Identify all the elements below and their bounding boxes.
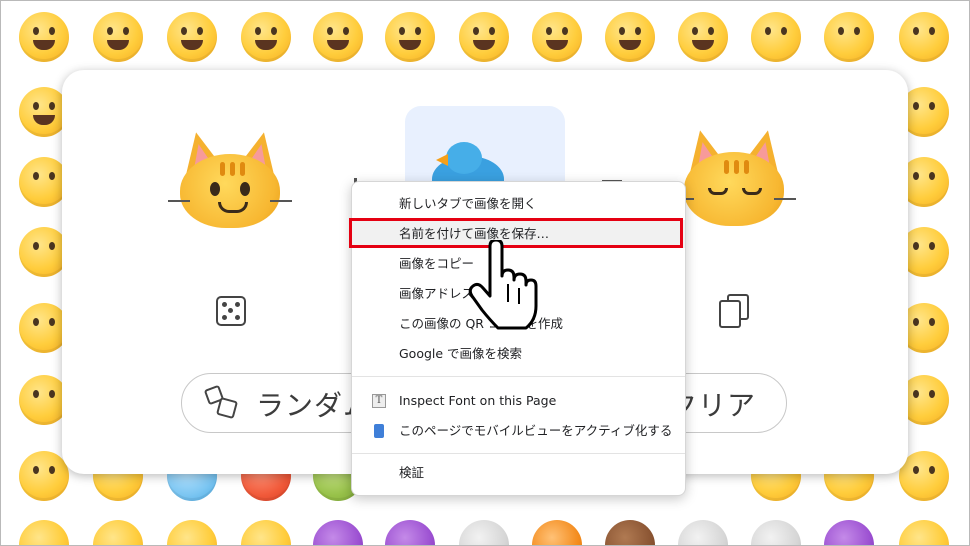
menu-item-open-image-new-tab[interactable]: 新しいタブで画像を開く bbox=[352, 190, 685, 218]
kissing-smiling-eyes-emoji[interactable] bbox=[824, 12, 874, 62]
joy-emoji[interactable] bbox=[459, 12, 509, 62]
rofl-emoji[interactable] bbox=[532, 12, 582, 62]
clown-face-emoji[interactable] bbox=[241, 520, 291, 546]
jack-o-lantern-emoji[interactable] bbox=[532, 520, 582, 546]
sob-emoji[interactable] bbox=[605, 12, 655, 62]
menu-item-mobile-view-label: このページでモバイルビューをアクティブ化する bbox=[399, 423, 673, 438]
random-dice-icon[interactable] bbox=[203, 384, 239, 420]
tired-face-emoji[interactable] bbox=[19, 451, 69, 501]
menu-item-inspect[interactable]: 検証 bbox=[352, 459, 685, 487]
font-extension-icon: T bbox=[372, 394, 386, 408]
menu-item-inspect-font-label: Inspect Font on this Page bbox=[399, 393, 557, 408]
nerd-face-emoji[interactable] bbox=[19, 520, 69, 546]
left-cat-emoji[interactable] bbox=[168, 128, 292, 228]
robot-emoji[interactable] bbox=[678, 520, 728, 546]
poop-emoji[interactable] bbox=[605, 520, 655, 546]
menu-item-mobile-view[interactable]: このページでモバイルビューをアクティブ化する bbox=[352, 417, 685, 445]
laughing-face-emoji[interactable] bbox=[313, 12, 363, 62]
copy-icon[interactable] bbox=[719, 294, 749, 328]
grinning-face-emoji[interactable] bbox=[19, 12, 69, 62]
menu-separator bbox=[352, 453, 685, 454]
smiling-imp-emoji[interactable] bbox=[313, 520, 363, 546]
kissing-emoji[interactable] bbox=[751, 12, 801, 62]
ghost-emoji[interactable] bbox=[459, 520, 509, 546]
menu-separator bbox=[352, 376, 685, 377]
moon-emoji[interactable] bbox=[899, 520, 949, 546]
grin-face-emoji[interactable] bbox=[241, 12, 291, 62]
dice-icon[interactable] bbox=[216, 296, 246, 326]
kissing-closed-eyes-emoji[interactable] bbox=[899, 12, 949, 62]
smiley-face-emoji[interactable] bbox=[93, 12, 143, 62]
sunglasses-face-emoji[interactable] bbox=[167, 520, 217, 546]
smile-face-emoji[interactable] bbox=[167, 12, 217, 62]
hand-pointer-cursor-icon bbox=[468, 240, 538, 330]
mobile-extension-icon bbox=[374, 424, 384, 438]
partying-face-emoji[interactable] bbox=[93, 520, 143, 546]
menu-item-inspect-font[interactable]: T Inspect Font on this Page bbox=[352, 387, 685, 415]
sweat-smile-emoji[interactable] bbox=[385, 12, 435, 62]
space-invader-emoji[interactable] bbox=[824, 520, 874, 546]
alien-emoji[interactable] bbox=[751, 520, 801, 546]
wink-emoji[interactable] bbox=[678, 12, 728, 62]
menu-item-search-image-google[interactable]: Google で画像を検索 bbox=[352, 340, 685, 368]
imp-emoji[interactable] bbox=[385, 520, 435, 546]
result-cat-emoji[interactable] bbox=[672, 126, 796, 226]
